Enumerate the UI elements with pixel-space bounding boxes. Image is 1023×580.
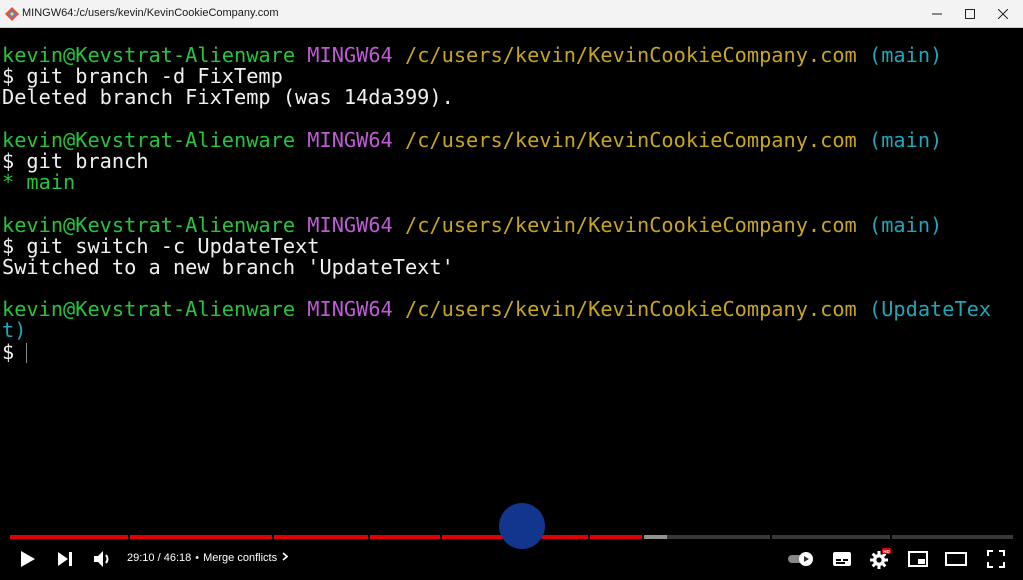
next-icon xyxy=(58,552,72,566)
chapter-marker xyxy=(272,535,274,539)
next-video-button[interactable] xyxy=(52,541,78,577)
settings-icon: HD xyxy=(870,548,891,569)
prompt-branch: (main) xyxy=(869,212,943,237)
chapter-marker xyxy=(440,535,442,539)
command-line: $ git switch -c UpdateText xyxy=(2,233,320,258)
subtitles-icon xyxy=(833,552,851,566)
prompt-branch: (main) xyxy=(869,43,943,67)
prompt-path: /c/users/kevin/KevinCookieCompany.com xyxy=(404,43,857,67)
settings-button[interactable]: HD xyxy=(866,541,894,577)
prompt-env: MINGW64 xyxy=(307,297,393,322)
chapter-marker xyxy=(770,535,772,539)
prompt-line: kevin@Kevstrat-Alienware MINGW64 /c/user… xyxy=(2,127,1021,152)
git-bash-app-icon xyxy=(5,7,19,21)
maximize-icon xyxy=(964,9,975,19)
prompt-env: MINGW64 xyxy=(307,127,393,152)
play-button[interactable] xyxy=(14,541,42,577)
separator-dot: • xyxy=(195,552,200,564)
theater-mode-icon xyxy=(945,552,967,566)
prompt-branch: (UpdateTex xyxy=(869,297,992,322)
fullscreen-icon xyxy=(987,550,1005,568)
chapter-marker xyxy=(128,535,130,539)
current-time: 29:10 xyxy=(127,552,155,564)
chevron-right-icon[interactable] xyxy=(282,552,289,561)
window-title-bar[interactable]: MINGW64:/c/users/kevin/KevinCookieCompan… xyxy=(0,0,1023,28)
prompt-user: kevin@Kevstrat-Alienware xyxy=(2,212,296,237)
command-output: * main xyxy=(2,170,76,195)
input-line[interactable]: $ xyxy=(2,339,1021,364)
minimize-button[interactable] xyxy=(920,0,953,28)
autoplay-toggle-icon xyxy=(788,552,813,566)
terminal-output[interactable]: kevin@Kevstrat-Alienware MINGW64 /c/user… xyxy=(2,43,1021,364)
window-title: MINGW64:/c/users/kevin/KevinCookieCompan… xyxy=(22,7,279,19)
maximize-button[interactable] xyxy=(953,0,986,28)
prompt-symbol: $ xyxy=(2,339,15,364)
prompt-env: MINGW64 xyxy=(307,212,393,237)
play-icon xyxy=(21,551,35,567)
command-output: Deleted branch FixTemp (was 14da399). xyxy=(2,85,454,110)
theater-mode-button[interactable] xyxy=(942,541,970,577)
miniplayer-icon xyxy=(908,551,928,567)
chapter-marker xyxy=(890,535,892,539)
minimize-icon xyxy=(931,13,942,15)
duration: 46:18 xyxy=(163,552,192,564)
prompt-branch: (main) xyxy=(869,127,943,152)
progress-played xyxy=(10,535,642,539)
prompt-path: /c/users/kevin/KevinCookieCompany.com xyxy=(404,297,857,322)
prompt-env: MINGW64 xyxy=(307,43,393,67)
video-player-controls: 29:10 / 46:18 • Merge conflicts HD xyxy=(0,541,1023,577)
prompt-user: kevin@Kevstrat-Alienware xyxy=(2,297,296,322)
prompt-line: kevin@Kevstrat-Alienware MINGW64 /c/user… xyxy=(2,299,1021,320)
prompt-path: /c/users/kevin/KevinCookieCompany.com xyxy=(404,127,857,152)
chapter-marker xyxy=(588,535,590,539)
prompt-branch-wrap: t) xyxy=(2,318,27,343)
chapter-marker xyxy=(368,535,370,539)
command-line: $ git branch xyxy=(2,148,149,173)
text-cursor xyxy=(26,342,28,363)
volume-button[interactable] xyxy=(90,541,116,577)
close-icon xyxy=(997,9,1008,19)
chapter-title[interactable]: Merge conflicts xyxy=(203,552,277,564)
prompt-line: kevin@Kevstrat-Alienware MINGW64 /c/user… xyxy=(2,212,1021,237)
command-line: $ git branch -d FixTemp xyxy=(2,64,283,89)
fullscreen-button[interactable] xyxy=(982,541,1010,577)
prompt-path: /c/users/kevin/KevinCookieCompany.com xyxy=(404,212,857,237)
hd-badge: HD xyxy=(883,549,890,554)
command-output: Switched to a new branch 'UpdateText' xyxy=(2,254,454,279)
subtitles-button[interactable] xyxy=(828,541,856,577)
prompt-line: kevin@Kevstrat-Alienware MINGW64 /c/user… xyxy=(2,43,1021,67)
volume-icon xyxy=(94,551,109,567)
chapter-marker xyxy=(642,535,644,539)
time-display: 29:10 / 46:18 • Merge conflicts xyxy=(127,552,289,564)
miniplayer-button[interactable] xyxy=(904,541,932,577)
autoplay-toggle[interactable] xyxy=(786,541,818,577)
close-button[interactable] xyxy=(986,0,1019,28)
